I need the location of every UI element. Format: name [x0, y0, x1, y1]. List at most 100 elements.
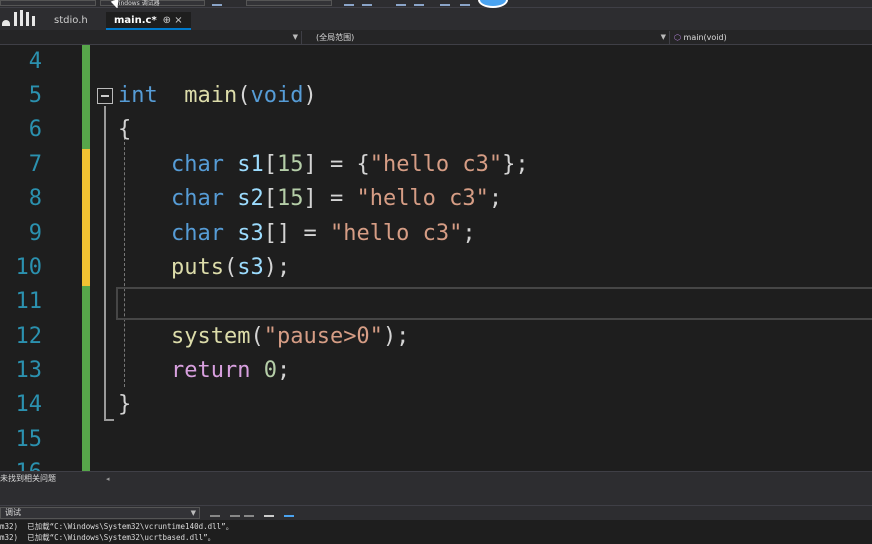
member-dropdown[interactable]: ⬡ main(void) [670, 31, 872, 44]
output-source-value: 调试 [5, 508, 21, 517]
code-token: ; [276, 358, 291, 383]
line-number: 8 [28, 186, 42, 211]
tab-main-c[interactable]: main.c* ⊕ × [106, 12, 191, 30]
saved-change-bar [82, 45, 90, 149]
code-token: "hello c3" [369, 152, 503, 177]
code-token: ); [263, 255, 291, 280]
code-token: }; [502, 152, 529, 177]
code-token: main [184, 83, 238, 108]
code-token: s1 [237, 152, 264, 177]
pane-splitter[interactable] [0, 486, 872, 506]
code-token: ; [488, 186, 503, 211]
project-dropdown[interactable]: ▼ [0, 31, 302, 44]
line-number: 11 [15, 289, 43, 314]
recording-badge-icon [478, 0, 508, 8]
code-token: char [170, 221, 224, 246]
target-dropdown[interactable] [246, 0, 332, 6]
code-line: return 0; [118, 358, 290, 383]
code-token: ); [382, 324, 410, 349]
tab-pin-close-icon[interactable]: ⊕ × [163, 15, 183, 26]
toolbar-tool-icon[interactable] [396, 0, 406, 6]
chevron-down-icon: ▼ [292, 33, 298, 41]
code-token: "hello c3" [329, 221, 463, 246]
toolbar-tool-icon[interactable] [460, 0, 470, 6]
tab-label: stdio.h [54, 15, 88, 26]
collapse-outline-icon[interactable] [97, 88, 113, 104]
code-token: "hello c3" [356, 186, 489, 211]
toolbar-tool-icon[interactable] [414, 0, 424, 6]
output-line: m32) 已加载“C:\Windows\System32\ucrtbased.d… [0, 533, 216, 542]
line-number: 15 [15, 427, 43, 452]
code-line: { [118, 117, 131, 142]
toolbar-tool-icon[interactable] [440, 0, 450, 6]
document-tab-bar: stdio.h main.c* ⊕ × [0, 8, 872, 30]
line-number: 13 [15, 358, 43, 383]
code-token: char [170, 186, 224, 211]
toolbar-tool-icon[interactable] [362, 0, 372, 6]
line-number: 5 [28, 83, 42, 108]
clear-output-icon[interactable] [284, 509, 294, 517]
code-token: [] = [263, 221, 330, 246]
output-tool-icon[interactable] [230, 509, 240, 517]
code-token: } [118, 392, 132, 417]
error-list-bar: 未找到相关问题 ◂ [0, 471, 872, 486]
start-debug-icon[interactable] [212, 0, 222, 6]
code-token: 0 [263, 358, 277, 383]
code-token: 15 [276, 186, 304, 211]
tab-stdio-h[interactable]: stdio.h [46, 12, 96, 30]
code-token: s3 [237, 221, 264, 246]
code-token: return [170, 358, 251, 383]
outline-fold-end [104, 419, 114, 421]
code-token: s3 [237, 255, 264, 280]
code-token: 15 [276, 152, 304, 177]
code-token: ] = [303, 186, 357, 211]
watermark-logo-icon [0, 8, 44, 30]
code-line: char s2[15] = "hello c3"; [118, 186, 502, 211]
output-tool-icon[interactable] [210, 509, 220, 517]
code-token: system [170, 324, 251, 349]
main-toolbar: Windows 调试器 [0, 0, 872, 11]
line-number: 9 [28, 221, 42, 246]
saved-change-bar [82, 286, 90, 471]
output-toolbar: 调试 ▼ [0, 506, 872, 520]
code-token: ( [237, 83, 251, 108]
code-token: "pause>0" [263, 324, 383, 349]
code-token: s2 [237, 186, 264, 211]
line-number: 4 [28, 49, 42, 74]
error-list-status: 未找到相关问题 [0, 474, 56, 483]
code-editor[interactable]: 4 5 6 7 8 9 10 11 12 13 14 15 16 int mai… [0, 45, 872, 471]
scope-dropdown[interactable]: (全局范围) ▼ [302, 31, 670, 44]
line-number: 14 [15, 392, 43, 417]
chevron-left-icon[interactable]: ◂ [106, 472, 110, 486]
code-token: int [118, 83, 158, 108]
code-line: system("pause>0"); [118, 324, 409, 349]
configuration-dropdown[interactable] [0, 0, 96, 6]
line-number: 16 [0, 460, 43, 471]
code-token: char [170, 152, 224, 177]
code-token: { [118, 117, 132, 142]
output-pane[interactable]: m32) 已加载“C:\Windows\System32\vcruntime14… [0, 520, 872, 544]
code-line: char s1[15] = {"hello c3"}; [118, 152, 529, 177]
output-source-dropdown[interactable]: 调试 ▼ [0, 507, 200, 519]
member-value: main(void) [683, 33, 727, 42]
code-line: } [118, 392, 131, 417]
code-line: int main(void) [118, 83, 317, 108]
word-wrap-icon[interactable] [264, 509, 274, 517]
output-line: m32) 已加载“C:\Windows\System32\vcruntime14… [0, 522, 234, 531]
toolbar-tool-icon[interactable] [344, 0, 354, 6]
current-line-highlight [116, 287, 872, 320]
output-tool-icon[interactable] [244, 509, 254, 517]
line-number: 7 [28, 152, 42, 177]
code-token: ) [303, 83, 317, 108]
unsaved-change-bar [82, 149, 90, 286]
code-token: [ [263, 152, 277, 177]
